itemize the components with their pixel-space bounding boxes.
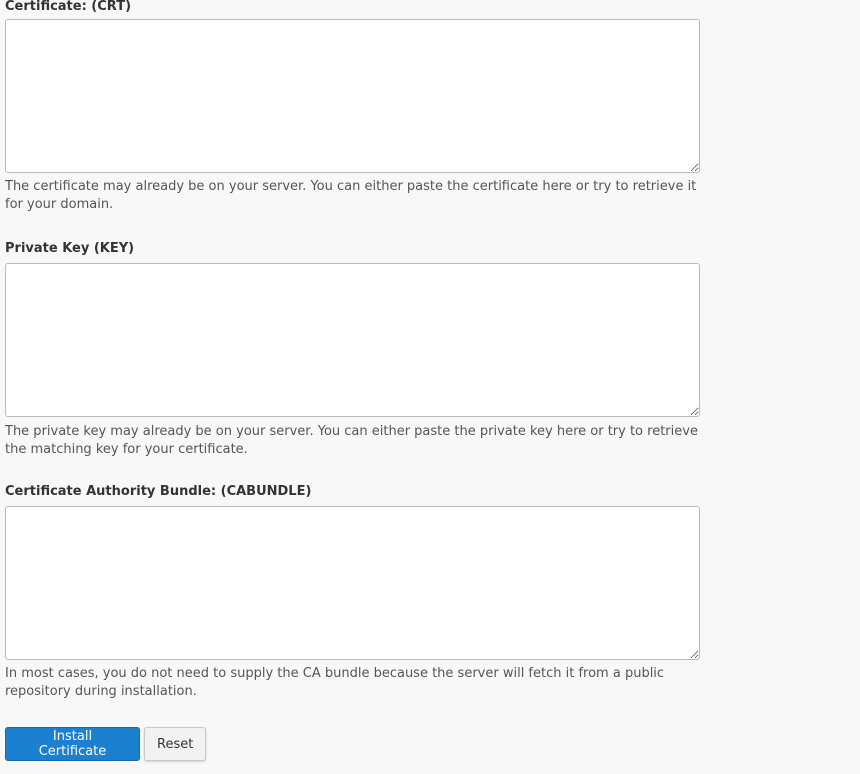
ca-bundle-label: Certificate Authority Bundle: (CABUNDLE) bbox=[5, 484, 312, 499]
private-key-label: Private Key (KEY) bbox=[5, 241, 135, 256]
reset-button[interactable]: Reset bbox=[144, 727, 206, 761]
private-key-help-text: The private key may already be on your s… bbox=[5, 424, 698, 457]
private-key-field-group: Private Key (KEY) The private key may al… bbox=[5, 241, 700, 459]
ca-bundle-help-text: In most cases, you do not need to supply… bbox=[5, 666, 665, 699]
ca-bundle-field-group: Certificate Authority Bundle: (CABUNDLE)… bbox=[5, 484, 700, 701]
certificate-help-text: The certificate may already be on your s… bbox=[5, 179, 697, 212]
certificate-field-group: Certificate: (CRT) The certificate may a… bbox=[5, 0, 700, 214]
ca-bundle-textarea[interactable] bbox=[5, 506, 700, 660]
install-certificate-button[interactable]: Install Certificate bbox=[5, 727, 140, 761]
certificate-textarea[interactable] bbox=[5, 19, 700, 173]
private-key-textarea[interactable] bbox=[5, 263, 700, 417]
certificate-label: Certificate: (CRT) bbox=[5, 0, 132, 14]
form-actions: Install Certificate Reset bbox=[5, 727, 206, 761]
